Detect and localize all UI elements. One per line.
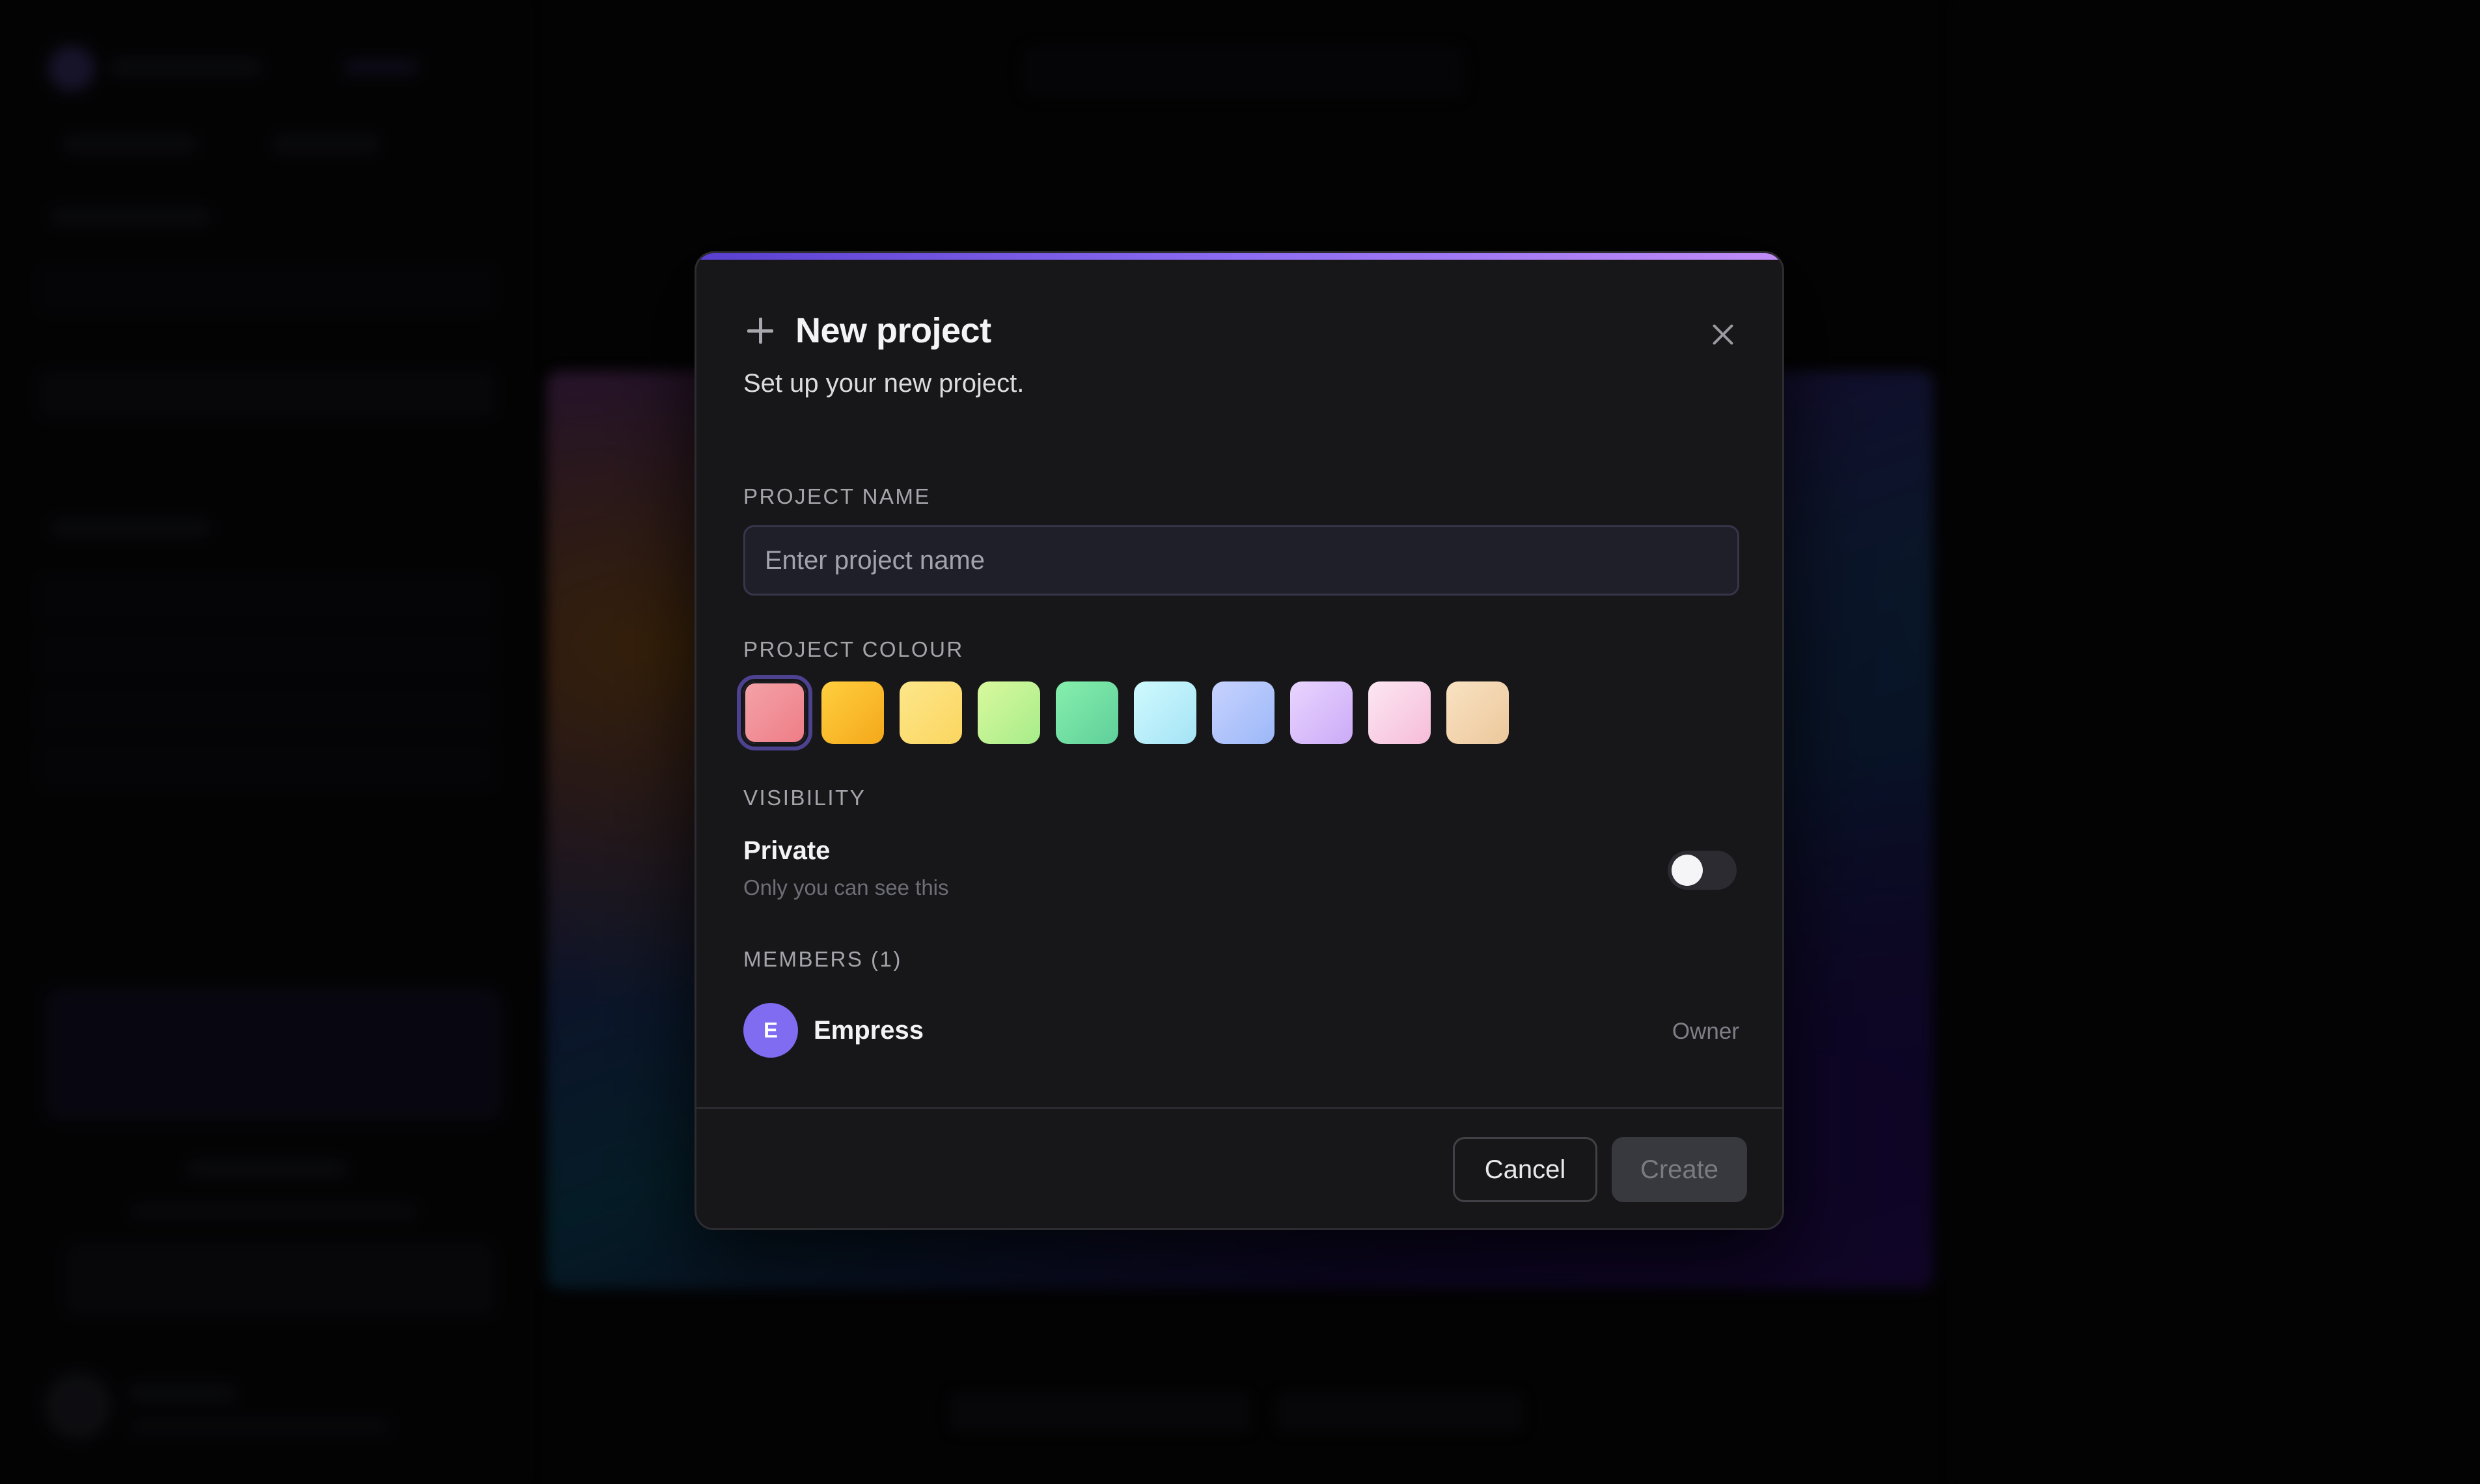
create-button[interactable]: Create [1612,1137,1747,1202]
member-role: Owner [1672,1019,1739,1044]
colour-swatch[interactable] [1212,681,1274,744]
colour-swatch-group [737,675,1524,750]
colour-swatch[interactable] [737,675,812,750]
dialog-header: New project [743,310,991,351]
colour-swatch[interactable] [900,681,962,744]
dialog-subtitle: Set up your new project. [743,369,1025,398]
visibility-label: VISIBILITY [743,786,866,810]
private-toggle[interactable] [1668,851,1737,890]
colour-swatch[interactable] [978,681,1040,744]
cancel-button[interactable]: Cancel [1453,1137,1597,1202]
colour-swatch[interactable] [1290,681,1353,744]
plus-icon [743,314,777,348]
member-name: Empress [814,1016,924,1045]
dialog-title: New project [795,311,991,350]
footer-divider [696,1107,1782,1109]
close-icon[interactable] [1707,318,1739,351]
project-name-label: PROJECT NAME [743,484,931,508]
colour-swatch[interactable] [1446,681,1509,744]
colour-swatch[interactable] [821,681,884,744]
colour-swatch[interactable] [1368,681,1431,744]
members-label: MEMBERS (1) [743,947,902,971]
colour-swatch[interactable] [1134,681,1196,744]
new-project-dialog: New project Set up your new project. PRO… [695,251,1784,1230]
toggle-knob [1672,855,1703,886]
project-colour-label: PROJECT COLOUR [743,637,964,661]
member-row: E Empress Owner [743,1003,1739,1058]
colour-swatch[interactable] [1056,681,1118,744]
dialog-accent-bar [696,253,1782,260]
visibility-option-description: Only you can see this [743,875,949,900]
member-avatar: E [743,1003,798,1058]
project-name-input[interactable] [743,525,1739,596]
visibility-option-label: Private [743,836,831,865]
app-stage: New project Set up your new project. PRO… [0,0,2480,1484]
